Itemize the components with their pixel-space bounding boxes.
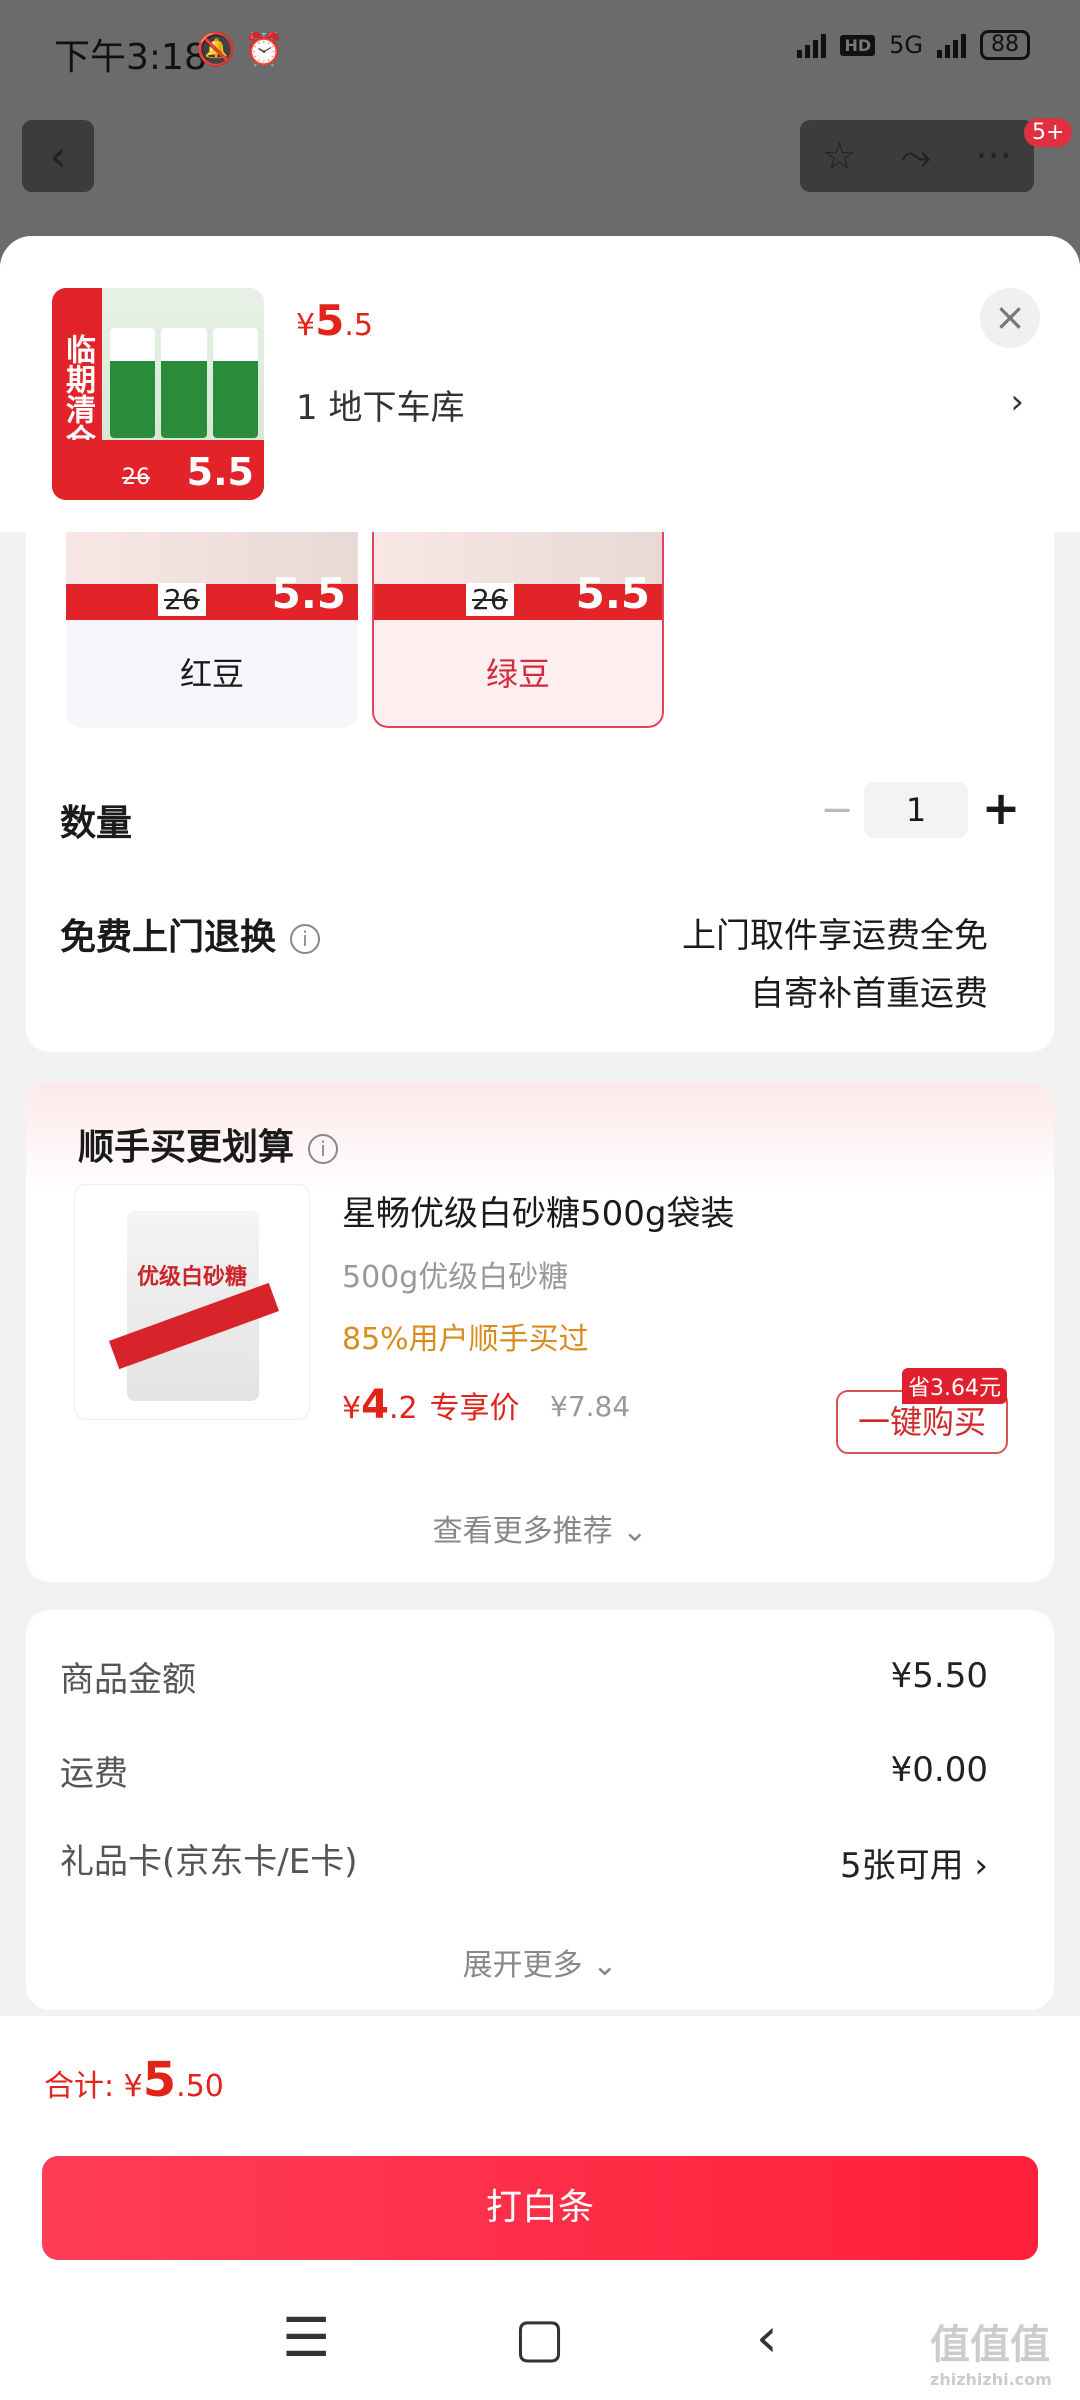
cost-row-label: 商品金额	[60, 1660, 196, 1700]
variant-label: 绿豆	[485, 655, 550, 693]
pay-with-baitiao-button[interactable]: 打白条	[42, 2156, 1038, 2260]
back-icon[interactable]: ‹	[756, 2306, 778, 2369]
sugar-bag-stripe	[108, 1282, 280, 1370]
price-decimal: .2	[388, 1391, 418, 1426]
mute-icon: 🔕	[196, 30, 236, 68]
recommend-price: ¥4.2 专享价	[342, 1382, 520, 1428]
share-icon[interactable]: ⤳	[901, 134, 931, 179]
price-decimal: .5	[344, 308, 373, 343]
cost-row-value: ¥0.00	[890, 1750, 988, 1790]
recommend-social-proof: 85%用户顺手买过	[342, 1322, 589, 1357]
site-watermark: 值值值 zhizhizhi.com	[930, 2312, 1052, 2389]
battery-icon: 88	[980, 30, 1030, 60]
watermark-url: zhizhizhi.com	[930, 2370, 1052, 2389]
expand-more-link[interactable]: 展开更多 ⌄	[26, 1940, 1054, 1984]
gift-card-value[interactable]: 5张可用 ›	[840, 1838, 988, 1887]
hd-badge: HD	[840, 34, 876, 56]
sheet-header: 临期清仓 26 5.5 ¥5.5 1 地下车库 › ×	[0, 236, 1080, 532]
variant-option-mung-bean[interactable]: 26 5.5 绿豆	[372, 532, 664, 728]
thumbnail-price: 5.5	[186, 450, 254, 494]
quantity-label: 数量	[60, 803, 133, 844]
status-bar: 下午3:18 🔕 ⏰ HD 5G 88	[0, 0, 1080, 100]
product-thumbnail: 临期清仓 26 5.5	[52, 288, 264, 500]
selected-price: ¥5.5	[296, 296, 373, 345]
variant-original-price: 26	[158, 583, 206, 616]
cost-row-label: 运费	[60, 1754, 128, 1794]
more-recommendations-link[interactable]: 查看更多推荐 ⌄	[26, 1506, 1054, 1550]
return-service-line2: 自寄补首重运费	[750, 974, 988, 1014]
recommend-title: 顺手买更划算 i	[78, 1118, 339, 1170]
quantity-input[interactable]: 1	[864, 782, 968, 838]
variant-original-price: 26	[466, 583, 514, 616]
quantity-decrease-button[interactable]: −	[812, 782, 862, 838]
options-card: 26 5.5 红豆 26 5.5 绿豆 数量 − 1 + 免费上门退换 i 上门取…	[26, 532, 1054, 1052]
variant-image-price: 5.5	[575, 569, 650, 618]
recommend-product-spec: 500g优级白砂糖	[342, 1260, 569, 1295]
more-icon[interactable]: ···	[976, 134, 1012, 178]
price-symbol: ¥	[296, 308, 316, 343]
info-icon[interactable]: i	[290, 924, 321, 954]
recommend-title-text: 顺手买更划算	[78, 1127, 295, 1168]
close-button[interactable]: ×	[980, 288, 1040, 348]
return-service-text: 免费上门退换	[60, 917, 277, 958]
price-integer: 5	[315, 296, 345, 345]
savings-badge: 省3.64元	[902, 1368, 1007, 1404]
sugar-bag-label: 优级白砂糖	[137, 1265, 248, 1290]
purchase-sheet: 临期清仓 26 5.5 ¥5.5 1 地下车库 › × 26 5.5 红豆 26	[0, 236, 1080, 2400]
price-tag: 专享价	[429, 1391, 520, 1426]
message-badge: 5+	[1024, 118, 1073, 147]
favorite-icon[interactable]: ☆	[822, 134, 856, 178]
order-total: 合计: ¥5.50	[44, 2052, 224, 2108]
recommend-original-price: ¥7.84	[550, 1390, 631, 1423]
info-icon[interactable]: i	[308, 1134, 339, 1164]
status-right: HD 5G 88	[797, 30, 1030, 60]
menu-icon[interactable]: ☰	[282, 2306, 330, 2369]
gift-card-label[interactable]: 礼品卡(京东卡/E卡)	[60, 1834, 357, 1883]
chevron-right-icon[interactable]: ›	[1010, 382, 1024, 422]
thumbnail-original-price: 26	[122, 465, 150, 490]
home-icon[interactable]: ▢	[514, 2306, 565, 2369]
return-service-label: 免费上门退换 i	[60, 908, 321, 960]
alarm-icon: ⏰	[244, 30, 284, 68]
price-symbol: ¥	[342, 1391, 362, 1426]
variant-image: 26 5.5	[374, 532, 662, 620]
variant-label: 红豆	[179, 655, 244, 693]
recommend-product-image[interactable]: 优级白砂糖	[74, 1184, 310, 1420]
status-time: 下午3:18	[54, 37, 207, 78]
cost-summary-card: 商品金额 ¥5.50 运费 ¥0.00 礼品卡(京东卡/E卡) 5张可用 › 展…	[26, 1610, 1054, 2010]
signal-icon	[797, 32, 827, 58]
delivery-address[interactable]: 1 地下车库	[296, 380, 464, 429]
watermark-logo: 值值值	[930, 2322, 1050, 2368]
total-decimal: .50	[176, 2069, 224, 2104]
recommend-product-name[interactable]: 星畅优级白砂糖500g袋装	[342, 1186, 734, 1235]
top-action-pill: ☆ ⤳ ···	[800, 120, 1034, 192]
variant-image-price: 5.5	[271, 569, 346, 618]
recommend-card: 顺手买更划算 i 优级白砂糖 星畅优级白砂糖500g袋装 500g优级白砂糖 85…	[26, 1082, 1054, 1582]
signal-icon-2	[937, 32, 966, 58]
return-service-line1: 上门取件享运费全免	[682, 916, 988, 956]
price-integer: 4	[361, 1382, 389, 1428]
cost-row-value: ¥5.50	[890, 1656, 988, 1696]
total-integer: 5	[142, 2052, 177, 2108]
variant-image: 26 5.5	[66, 532, 358, 620]
network-type: 5G	[889, 31, 923, 59]
sugar-bag-image: 优级白砂糖	[108, 1211, 280, 1401]
system-nav-bar: ☰ ▢ ‹	[0, 2280, 1080, 2400]
thumbnail-product-image	[110, 328, 258, 438]
total-symbol: ¥	[123, 2069, 143, 2104]
variant-option-red-bean[interactable]: 26 5.5 红豆	[66, 532, 358, 728]
quantity-increase-button[interactable]: +	[976, 778, 1026, 838]
total-label: 合计:	[44, 2069, 124, 2104]
page-back-button[interactable]: ‹	[22, 120, 94, 192]
